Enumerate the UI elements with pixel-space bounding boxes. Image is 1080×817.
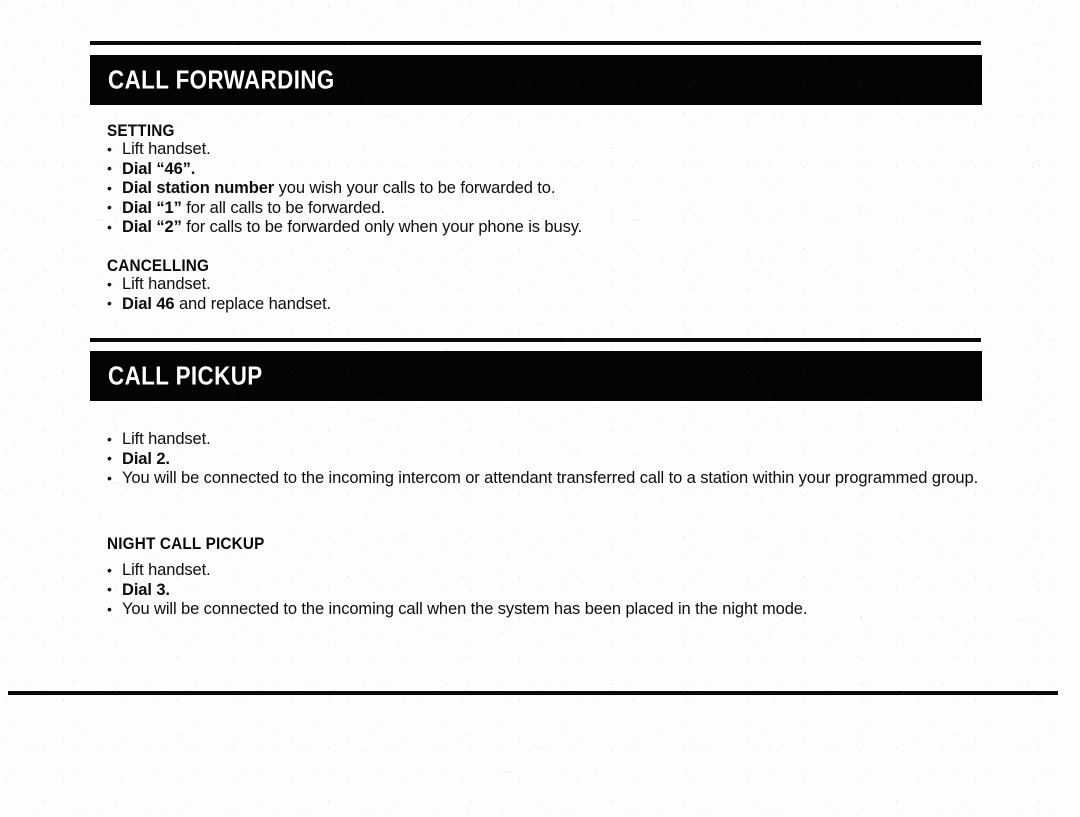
- horizontal-rule-bottom: [8, 691, 1058, 695]
- list-item: Lift handset.: [107, 275, 987, 295]
- step-emphasis: Dial 3.: [122, 580, 170, 599]
- step-text: Lift handset.: [122, 140, 211, 158]
- step-emphasis: Dial 2.: [122, 449, 170, 468]
- list-item: Dial station number you wish your calls …: [107, 179, 987, 199]
- list-item: Lift handset.: [107, 561, 987, 581]
- step-text: Lift handset.: [122, 275, 211, 293]
- list-item: Dial 2.: [107, 449, 987, 470]
- list-item: Dial 3.: [107, 580, 987, 601]
- section-header-call-pickup: CALL PICKUP: [90, 351, 982, 401]
- document-page: CALL FORWARDING SETTING Lift handset. Di…: [0, 0, 1080, 817]
- step-emphasis: Dial “1”: [122, 198, 182, 217]
- step-text: You will be connected to the incoming ca…: [122, 600, 808, 618]
- step-emphasis: Dial “2”: [122, 218, 182, 236]
- step-text: Lift handset.: [122, 561, 211, 579]
- step-text: and replace handset.: [174, 294, 332, 313]
- list-call-pickup-steps: Lift handset. Dial 2. You will be connec…: [107, 430, 987, 489]
- list-item: Lift handset.: [107, 140, 987, 160]
- section-title-call-pickup: CALL PICKUP: [108, 360, 263, 391]
- subheading-cancelling: CANCELLING: [107, 256, 210, 275]
- list-item: Dial 46 and replace handset.: [107, 294, 987, 315]
- step-text: You will be connected to the incoming in…: [122, 469, 979, 487]
- section-header-call-forwarding: CALL FORWARDING: [90, 55, 982, 105]
- list-item: Dial “1” for all calls to be forwarded.: [107, 198, 987, 219]
- list-item: Lift handset.: [107, 430, 987, 450]
- step-text: for calls to be forwarded only when your…: [181, 218, 583, 236]
- section-title-call-forwarding: CALL FORWARDING: [108, 64, 335, 95]
- list-item: You will be connected to the incoming in…: [107, 469, 987, 489]
- list-setting-steps: Lift handset. Dial “46”. Dial station nu…: [107, 140, 987, 238]
- list-item: Dial “2” for calls to be forwarded only …: [107, 218, 987, 238]
- list-night-call-pickup-steps: Lift handset. Dial 3. You will be connec…: [107, 561, 987, 620]
- list-item: Dial “46”.: [107, 159, 987, 180]
- step-emphasis: Dial “46”.: [122, 159, 196, 178]
- step-emphasis: Dial station number: [122, 179, 275, 197]
- step-text: for all calls to be forwarded.: [181, 198, 385, 217]
- list-item: You will be connected to the incoming ca…: [107, 600, 987, 620]
- list-cancelling-steps: Lift handset. Dial 46 and replace handse…: [107, 275, 987, 314]
- horizontal-rule-middle: [90, 338, 981, 342]
- step-text: Lift handset.: [122, 430, 211, 448]
- horizontal-rule-top: [90, 41, 981, 45]
- step-emphasis: Dial 46: [122, 294, 175, 313]
- subheading-night-call-pickup: NIGHT CALL PICKUP: [107, 534, 265, 553]
- step-text: you wish your calls to be forwarded to.: [274, 179, 556, 197]
- subheading-setting: SETTING: [107, 121, 175, 140]
